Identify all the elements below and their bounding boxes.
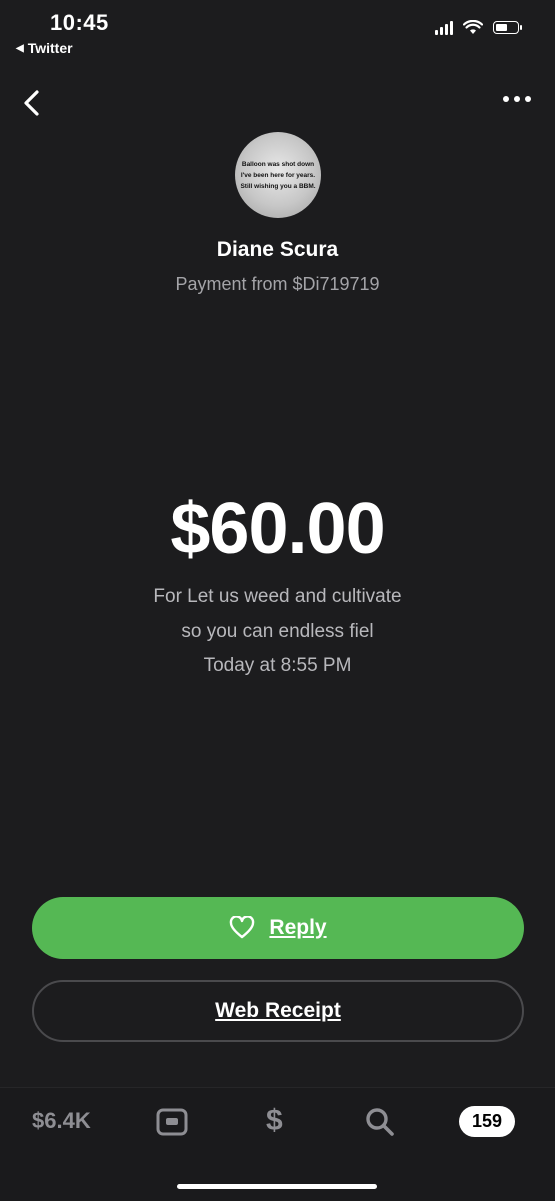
avatar-text-line: I've been here for years. [240,171,316,179]
back-to-app-link[interactable]: ◀ Twitter [16,40,73,56]
status-time: 10:45 [50,10,109,35]
activity-tab-badge[interactable]: 159 [459,1106,515,1137]
web-receipt-button[interactable]: Web Receipt [32,980,524,1042]
heart-icon [230,916,255,939]
payment-note-line: For Let us weed and cultivate [153,586,402,607]
web-receipt-label: Web Receipt [215,999,341,1022]
chevron-left-icon[interactable] [18,88,48,118]
cellular-signal-icon [435,20,453,35]
sender-name: Diane Scura [216,238,339,261]
wifi-icon [463,20,483,34]
dollar-tab[interactable]: $ [266,1104,283,1138]
search-icon[interactable] [364,1106,396,1138]
avatar-text-line: Still wishing you a BBM. [240,182,316,190]
home-indicator[interactable] [177,1184,377,1189]
tab-balance[interactable]: $6.4K [32,1108,91,1134]
battery-icon [493,21,522,34]
card-icon[interactable] [156,1107,188,1137]
avatar-text-line: Balloon was shot down [241,160,315,168]
payment-subtitle: Payment from $Di719719 [175,274,380,294]
ellipsis-icon[interactable] [503,96,531,102]
payment-timestamp: Today at 8:55 PM [203,655,352,676]
payment-amount: $60.00 [170,489,385,569]
reply-button[interactable]: Reply [32,897,524,959]
reply-label: Reply [269,916,327,939]
status-icons [435,20,522,35]
back-app-label: Twitter [27,40,73,56]
avatar: Balloon was shot down I've been here for… [235,132,321,218]
payment-note-line: so you can endless fiel [181,621,374,642]
back-triangle-icon: ◀ [16,42,24,54]
